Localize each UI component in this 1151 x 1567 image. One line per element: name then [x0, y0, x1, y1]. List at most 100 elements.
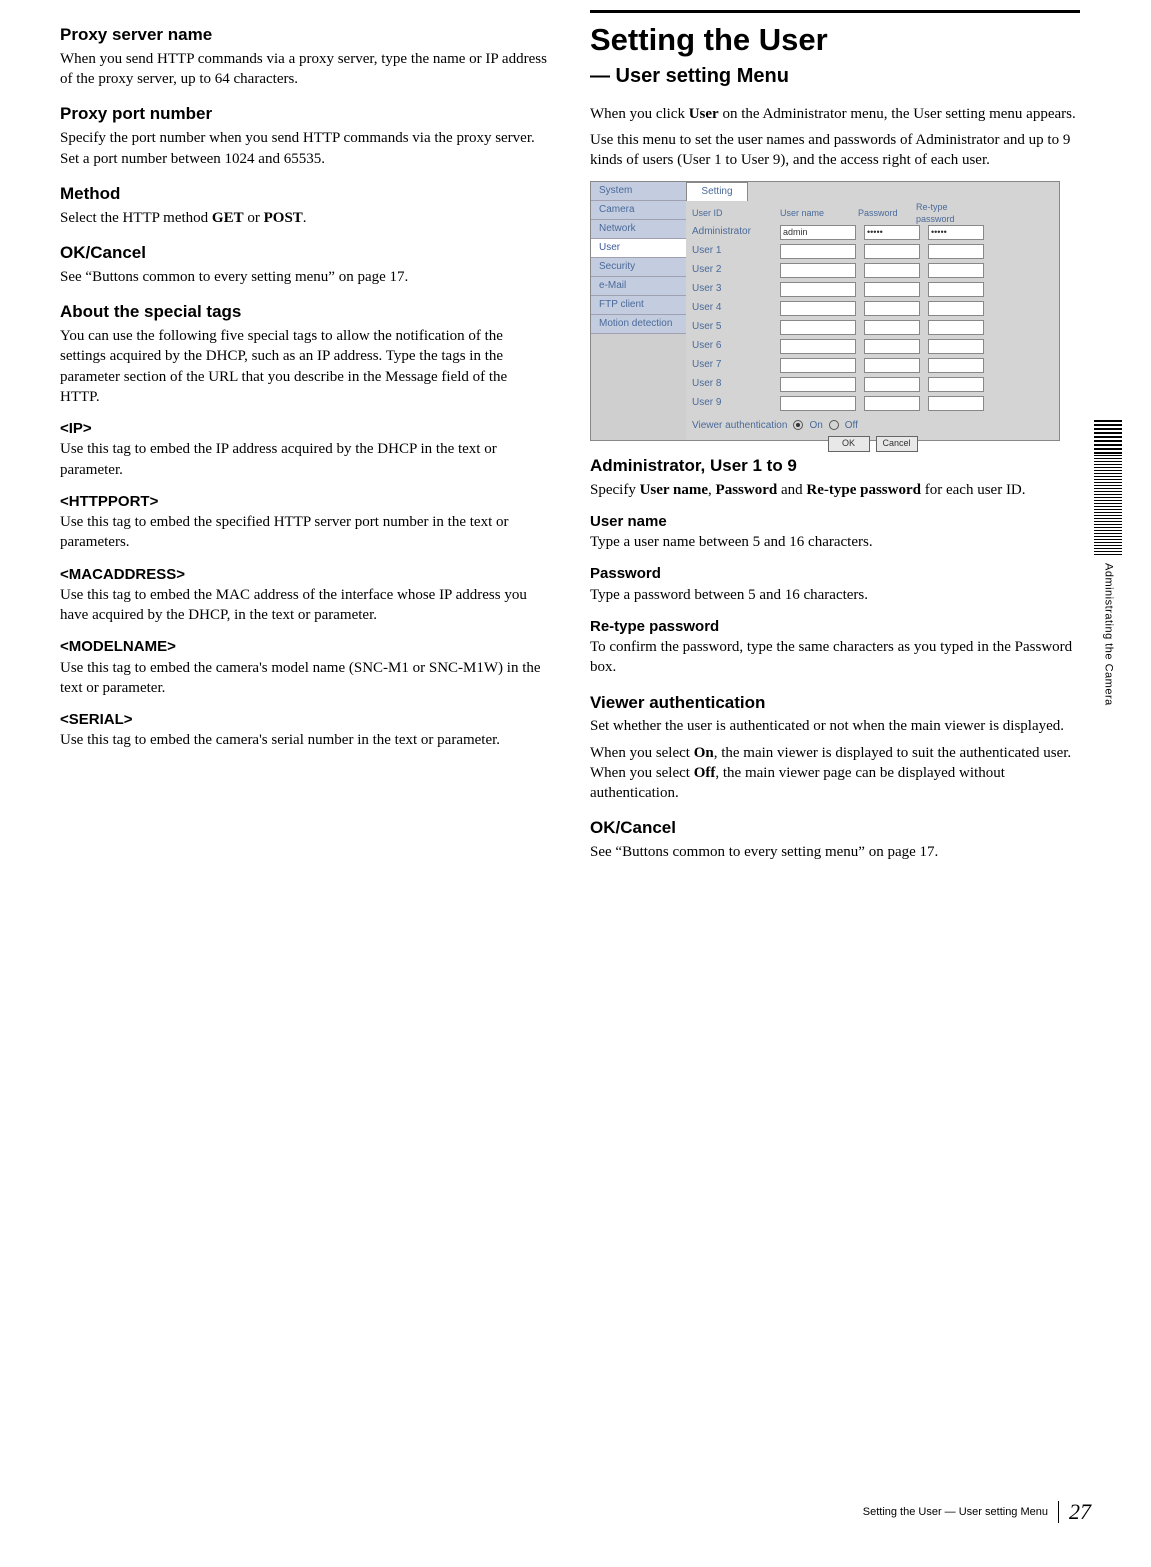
intro-text-1: When you click User on the Administrator…: [590, 104, 1080, 124]
user-row: User 2: [692, 261, 1053, 280]
sidebar-item: e-Mail: [591, 277, 686, 296]
heading-httpport-tag: <HTTPPORT>: [60, 492, 550, 512]
text-retype: To confirm the password, type the same c…: [590, 637, 1080, 678]
user-row: User 9: [692, 394, 1053, 413]
heading-viewer-auth: Viewer authentication: [590, 692, 1080, 715]
username-input: [780, 282, 856, 297]
heading-username: User name: [590, 512, 1080, 532]
row-label: User 7: [692, 358, 772, 372]
text-serial-tag: Use this tag to embed the camera's seria…: [60, 730, 550, 750]
user-row: User 7: [692, 356, 1053, 375]
chapter-label: Administrating the Camera: [1101, 563, 1116, 706]
intro-text-2: Use this menu to set the user names and …: [590, 130, 1080, 171]
barcode-icon: [1094, 455, 1122, 555]
heading-macaddress-tag: <MACADDRESS>: [60, 565, 550, 585]
text-modelname-tag: Use this tag to embed the camera's model…: [60, 658, 550, 699]
text-macaddress-tag: Use this tag to embed the MAC address of…: [60, 585, 550, 626]
sidebar-item: User: [591, 239, 686, 258]
retype-input: [928, 244, 984, 259]
text-okcancel-2: See “Buttons common to every setting men…: [590, 842, 1080, 862]
retype-input: [928, 396, 984, 411]
username-input: admin: [780, 225, 856, 240]
text-password: Type a password between 5 and 16 charact…: [590, 585, 1080, 605]
user-row: User 3: [692, 280, 1053, 299]
page-subtitle: — User setting Menu: [590, 63, 1080, 90]
footer-divider-icon: [1058, 1501, 1059, 1523]
text-httpport-tag: Use this tag to embed the specified HTTP…: [60, 512, 550, 553]
right-column: Setting the User — User setting Menu Whe…: [590, 10, 1080, 869]
user-row: User 8: [692, 375, 1053, 394]
row-label: User 3: [692, 282, 772, 296]
password-input: [864, 339, 920, 354]
retype-input: [928, 320, 984, 335]
retype-input: •••••: [928, 225, 984, 240]
row-label: User 2: [692, 263, 772, 277]
retype-input: [928, 358, 984, 373]
left-column: Proxy server name When you send HTTP com…: [60, 10, 550, 869]
username-input: [780, 301, 856, 316]
row-label: Administrator: [692, 225, 772, 239]
row-label: User 5: [692, 320, 772, 334]
password-input: [864, 263, 920, 278]
auth-off-radio: [829, 420, 839, 430]
barcode-thick-icon: [1094, 420, 1122, 455]
heading-admin-users: Administrator, User 1 to 9: [590, 455, 1080, 478]
password-input: •••••: [864, 225, 920, 240]
settings-screenshot: SystemCameraNetworkUserSecuritye-MailFTP…: [590, 181, 1060, 441]
retype-input: [928, 282, 984, 297]
ok-button: OK: [828, 436, 870, 452]
row-label: User 1: [692, 244, 772, 258]
sidebar-item: FTP client: [591, 296, 686, 315]
row-label: User 4: [692, 301, 772, 315]
password-input: [864, 244, 920, 259]
footer-text: Setting the User — User setting Menu: [863, 1505, 1048, 1520]
text-username: Type a user name between 5 and 16 charac…: [590, 532, 1080, 552]
retype-input: [928, 263, 984, 278]
text-proxy-server: When you send HTTP commands via a proxy …: [60, 49, 550, 90]
text-viewer-auth-1: Set whether the user is authenticated or…: [590, 716, 1080, 736]
heading-okcancel-2: OK/Cancel: [590, 817, 1080, 840]
auth-label: Viewer authentication: [692, 419, 787, 433]
text-special-tags: You can use the following five special t…: [60, 326, 550, 407]
user-row: User 4: [692, 299, 1053, 318]
text-method: Select the HTTP method GET or POST.: [60, 208, 550, 228]
col-username: User name: [780, 207, 850, 219]
chapter-tab: Administrating the Camera: [1100, 420, 1116, 706]
heading-special-tags: About the special tags: [60, 301, 550, 324]
heading-modelname-tag: <MODELNAME>: [60, 637, 550, 657]
text-viewer-auth-2: When you select On, the main viewer is d…: [590, 743, 1080, 804]
user-row: User 6: [692, 337, 1053, 356]
sidebar-item: Motion detection: [591, 315, 686, 334]
heading-serial-tag: <SERIAL>: [60, 710, 550, 730]
row-label: User 8: [692, 377, 772, 391]
password-input: [864, 301, 920, 316]
tab-setting: Setting: [686, 182, 748, 201]
heading-ip-tag: <IP>: [60, 419, 550, 439]
heading-proxy-server: Proxy server name: [60, 24, 550, 47]
page-number: 27: [1069, 1497, 1091, 1527]
col-password: Password: [858, 207, 908, 219]
text-proxy-port: Specify the port number when you send HT…: [60, 128, 550, 169]
password-input: [864, 320, 920, 335]
username-input: [780, 339, 856, 354]
text-okcancel: See “Buttons common to every setting men…: [60, 267, 550, 287]
username-input: [780, 320, 856, 335]
sidebar-item: Security: [591, 258, 686, 277]
cancel-button: Cancel: [876, 436, 918, 452]
auth-off-text: Off: [845, 419, 858, 433]
sidebar-item: System: [591, 182, 686, 201]
col-retype: Re-type password: [916, 201, 966, 225]
password-input: [864, 377, 920, 392]
password-input: [864, 358, 920, 373]
text-ip-tag: Use this tag to embed the IP address acq…: [60, 439, 550, 480]
user-row: User 5: [692, 318, 1053, 337]
username-input: [780, 263, 856, 278]
row-label: User 9: [692, 396, 772, 410]
retype-input: [928, 377, 984, 392]
row-label: User 6: [692, 339, 772, 353]
auth-on-radio: [793, 420, 803, 430]
username-input: [780, 358, 856, 373]
user-row: User 1: [692, 242, 1053, 261]
sidebar-item: Network: [591, 220, 686, 239]
heading-retype: Re-type password: [590, 617, 1080, 637]
